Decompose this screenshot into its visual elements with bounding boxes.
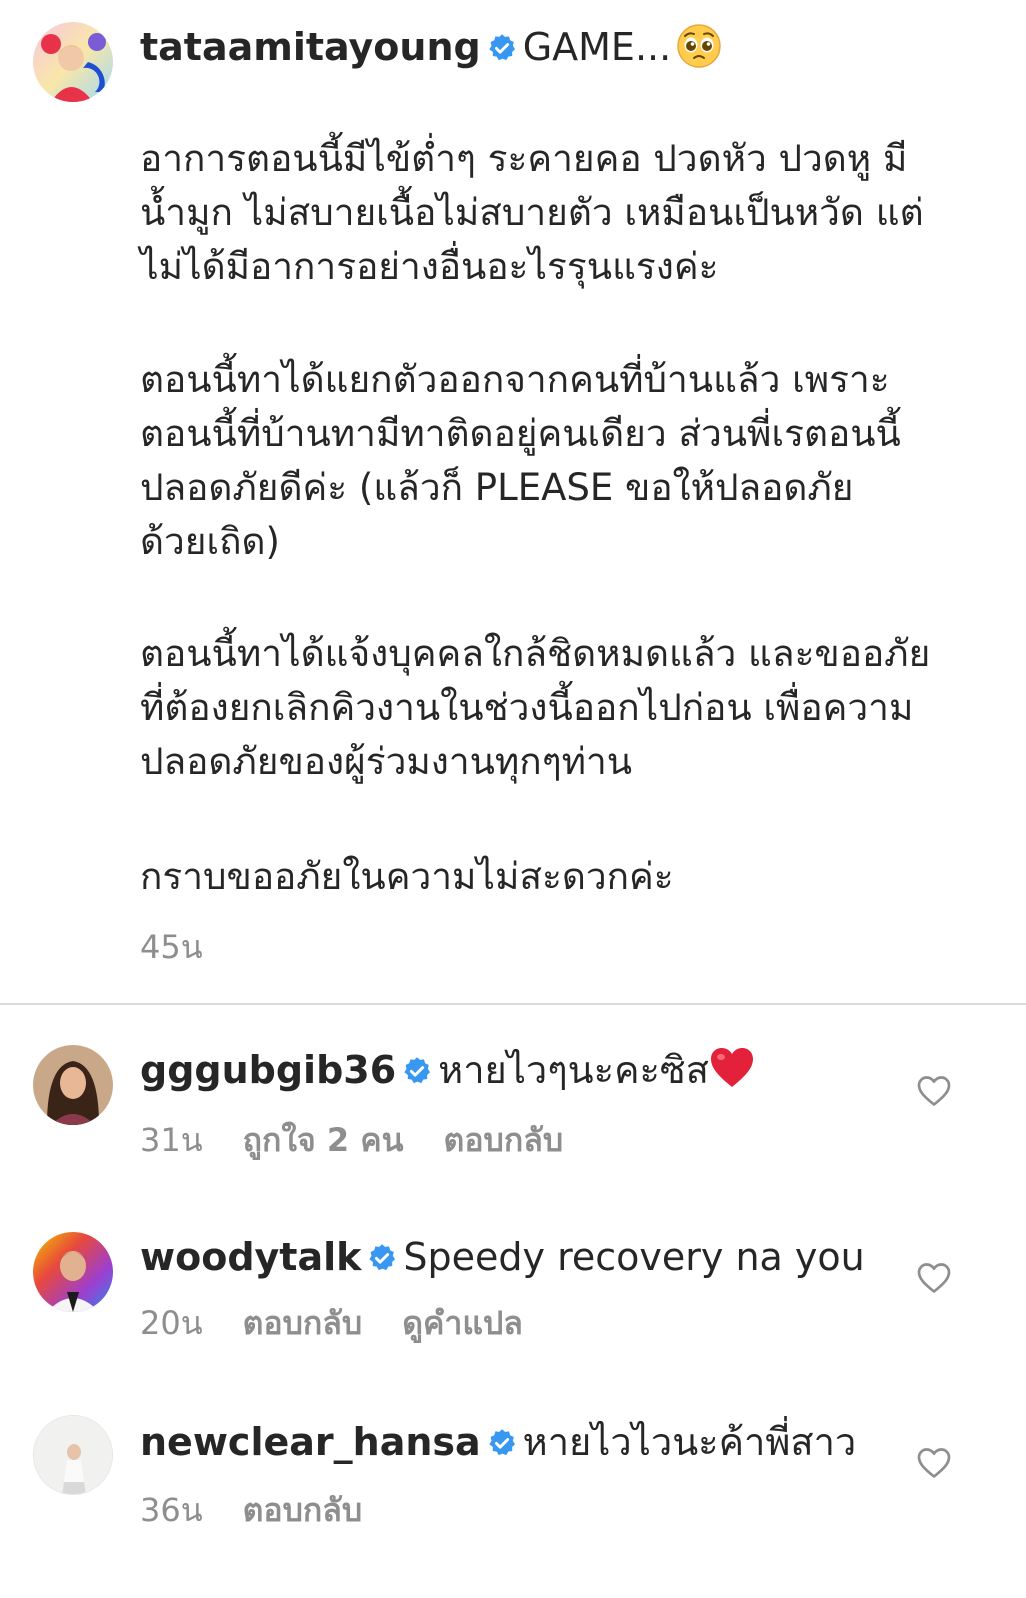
commenter-username[interactable]: newclear_hansa <box>140 1420 481 1464</box>
comment-text: Speedy recovery na you <box>403 1235 865 1279</box>
comment-text: หายไวๆนะคะซิส <box>438 1048 709 1092</box>
verified-badge-icon <box>367 1243 397 1273</box>
caption-paragraph-1: อาการตอนนี้มีไข้ต่ำๆ ระคายคอ ปวดหัว ปวดห… <box>140 137 924 288</box>
comment-timestamp: 20น <box>140 1304 203 1342</box>
see-translation-button[interactable]: ดูคำแปล <box>402 1304 523 1342</box>
divider <box>0 1003 1026 1005</box>
caption-timestamp: 45น <box>140 928 203 966</box>
reply-button[interactable]: ตอบกลับ <box>243 1491 363 1529</box>
red-heart-emoji <box>709 1047 755 1089</box>
comment-likes-count[interactable]: ถูกใจ 2 คน <box>243 1121 404 1159</box>
caption-headline: GAME... <box>522 25 672 69</box>
commenter-username[interactable]: gggubgib36 <box>140 1048 396 1092</box>
caption-paragraph-3: ตอนนี้ทาได้แจ้งบุคคลใกล้ชิดหมดแล้ว และขอ… <box>140 632 931 783</box>
reply-button[interactable]: ตอบกลับ <box>444 1121 564 1159</box>
commenter-avatar[interactable] <box>33 1415 113 1495</box>
commenter-username[interactable]: woodytalk <box>140 1235 361 1279</box>
caption-header: tataamitayoung GAME... <box>140 22 990 72</box>
comment-timestamp: 36น <box>140 1491 203 1529</box>
commenter-avatar[interactable] <box>33 1045 113 1125</box>
verified-badge-icon <box>487 1428 517 1458</box>
like-heart-icon[interactable] <box>916 1073 952 1109</box>
post-author-avatar[interactable] <box>33 22 113 102</box>
verified-badge-icon <box>487 33 517 63</box>
reply-button[interactable]: ตอบกลับ <box>243 1304 363 1342</box>
caption-paragraph-2: ตอนนี้ทาได้แยกตัวออกจากคนที่บ้านแล้ว เพร… <box>140 358 901 563</box>
comment-timestamp: 31น <box>140 1121 203 1159</box>
commenter-avatar[interactable] <box>33 1232 113 1312</box>
comment-text: หายไวไวนะค้าพี่สาว <box>522 1420 857 1464</box>
pleading-face-emoji <box>675 22 723 70</box>
like-heart-icon[interactable] <box>916 1445 952 1481</box>
verified-badge-icon <box>402 1056 432 1086</box>
post-author-username[interactable]: tataamitayoung <box>140 25 481 69</box>
like-heart-icon[interactable] <box>916 1260 952 1296</box>
caption-paragraph-4: กราบขออภัยในความไม่สะดวกค่ะ <box>140 855 674 898</box>
